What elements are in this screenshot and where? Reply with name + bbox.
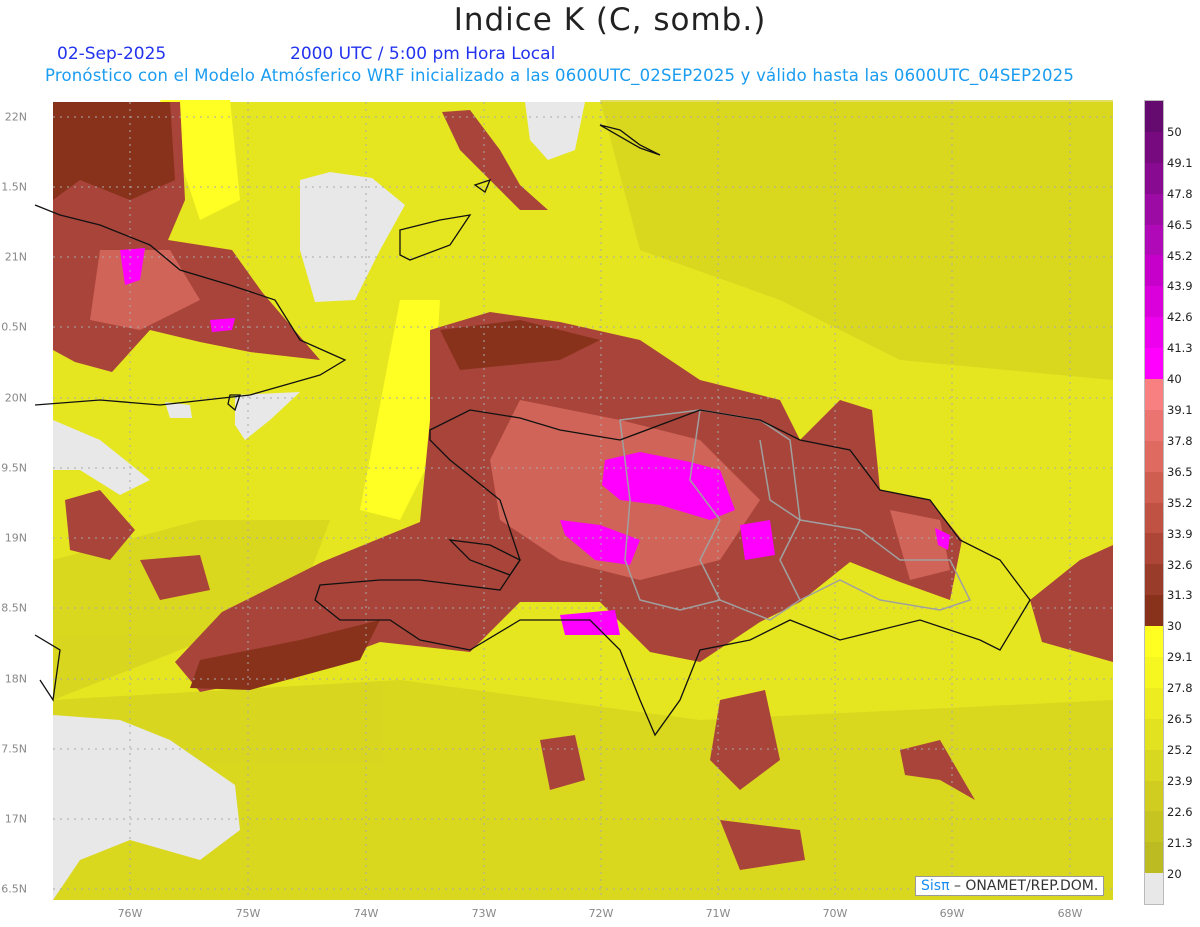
lon-label: 71W	[705, 907, 731, 920]
lat-label: 0.5N	[1, 320, 27, 334]
colorbar-label: 32.6	[1167, 557, 1193, 572]
lat-label: 17N	[4, 812, 27, 826]
colorbar-swatch	[1145, 873, 1163, 905]
colorbar-swatch	[1145, 502, 1163, 534]
colorbar-swatch	[1145, 131, 1163, 163]
colorbar-swatch	[1145, 193, 1163, 225]
colorbar-label: 23.9	[1167, 773, 1193, 788]
lat-label: 9.5N	[1, 461, 27, 475]
lon-label: 68W	[1057, 907, 1083, 920]
colorbar-swatch	[1145, 811, 1163, 843]
colorbar-label: 22.6	[1167, 804, 1193, 819]
lat-label: 1.5N	[1, 180, 27, 194]
colorbar-swatch	[1145, 471, 1163, 503]
colorbar-label: 31.3	[1167, 588, 1193, 603]
lon-label: 75W	[235, 907, 261, 920]
lat-label: 18N	[4, 672, 27, 686]
lon-label: 74W	[353, 907, 379, 920]
credit-box: Sisπ – ONAMET/REP.DOM.	[915, 876, 1105, 896]
colorbar-swatch	[1145, 409, 1163, 441]
lat-label: 21N	[4, 250, 27, 264]
colorbar	[1144, 100, 1164, 906]
colorbar-swatch	[1145, 657, 1163, 688]
colorbar-swatch	[1145, 162, 1163, 194]
colorbar-label: 27.8	[1167, 681, 1193, 696]
colorbar-swatch	[1145, 564, 1163, 596]
lon-label: 76W	[117, 907, 143, 920]
colorbar-label: 39.1	[1167, 403, 1193, 417]
colorbar-label: 43.9	[1167, 279, 1193, 294]
colorbar-label: 35.2	[1167, 495, 1193, 510]
colorbar-swatch	[1145, 626, 1163, 658]
lon-label: 73W	[471, 907, 497, 920]
colorbar-label: 50	[1167, 124, 1182, 139]
colorbar-label: 36.5	[1167, 464, 1193, 479]
lon-label: 72W	[588, 907, 614, 920]
credit-brand: Sisπ	[921, 878, 950, 894]
colorbar-label: 37.8	[1167, 433, 1193, 448]
colorbar-label: 45.2	[1167, 248, 1193, 263]
colorbar-swatch	[1145, 224, 1163, 256]
colorbar-label: 49.1	[1167, 155, 1193, 170]
lat-label: 6.5N	[1, 882, 27, 896]
colorbar-swatch	[1145, 533, 1163, 565]
colorbar-swatch	[1145, 317, 1163, 349]
colorbar-swatch	[1145, 687, 1163, 719]
colorbar-swatch	[1145, 595, 1163, 627]
colorbar-swatch	[1145, 286, 1163, 318]
colorbar-label: 47.8	[1167, 186, 1193, 201]
colorbar-swatch	[1145, 842, 1163, 874]
colorbar-label: 25.2	[1167, 742, 1193, 757]
colorbar-label: 29.1	[1167, 650, 1193, 665]
colorbar-swatch	[1145, 348, 1163, 380]
colorbar-swatch	[1145, 379, 1163, 410]
colorbar-swatch	[1145, 749, 1163, 781]
colorbar-label: 20	[1167, 866, 1182, 881]
lat-label: 22N	[4, 110, 27, 124]
colorbar-swatch	[1145, 255, 1163, 287]
colorbar-label: 41.3	[1167, 341, 1193, 356]
colorbar-swatch	[1145, 718, 1163, 750]
k-index-map	[34, 100, 1113, 900]
lat-label: 19N	[4, 531, 27, 545]
colorbar-swatch	[1145, 780, 1163, 812]
lat-label: 20N	[4, 391, 27, 405]
lon-label: 69W	[939, 907, 965, 920]
colorbar-label: 42.6	[1167, 310, 1193, 325]
colorbar-label: 46.5	[1167, 217, 1193, 232]
colorbar-label: 26.5	[1167, 712, 1193, 726]
colorbar-label: 40	[1167, 372, 1182, 387]
colorbar-swatch	[1145, 440, 1163, 472]
lat-label: 8.5N	[1, 601, 27, 615]
colorbar-label: 30	[1167, 619, 1182, 634]
credit-text: – ONAMET/REP.DOM.	[949, 878, 1099, 894]
colorbar-label: 21.3	[1167, 835, 1193, 850]
colorbar-swatch	[1145, 101, 1163, 132]
lon-label: 70W	[822, 907, 848, 920]
colorbar-label: 33.9	[1167, 526, 1193, 541]
lat-label: 7.5N	[1, 742, 27, 756]
